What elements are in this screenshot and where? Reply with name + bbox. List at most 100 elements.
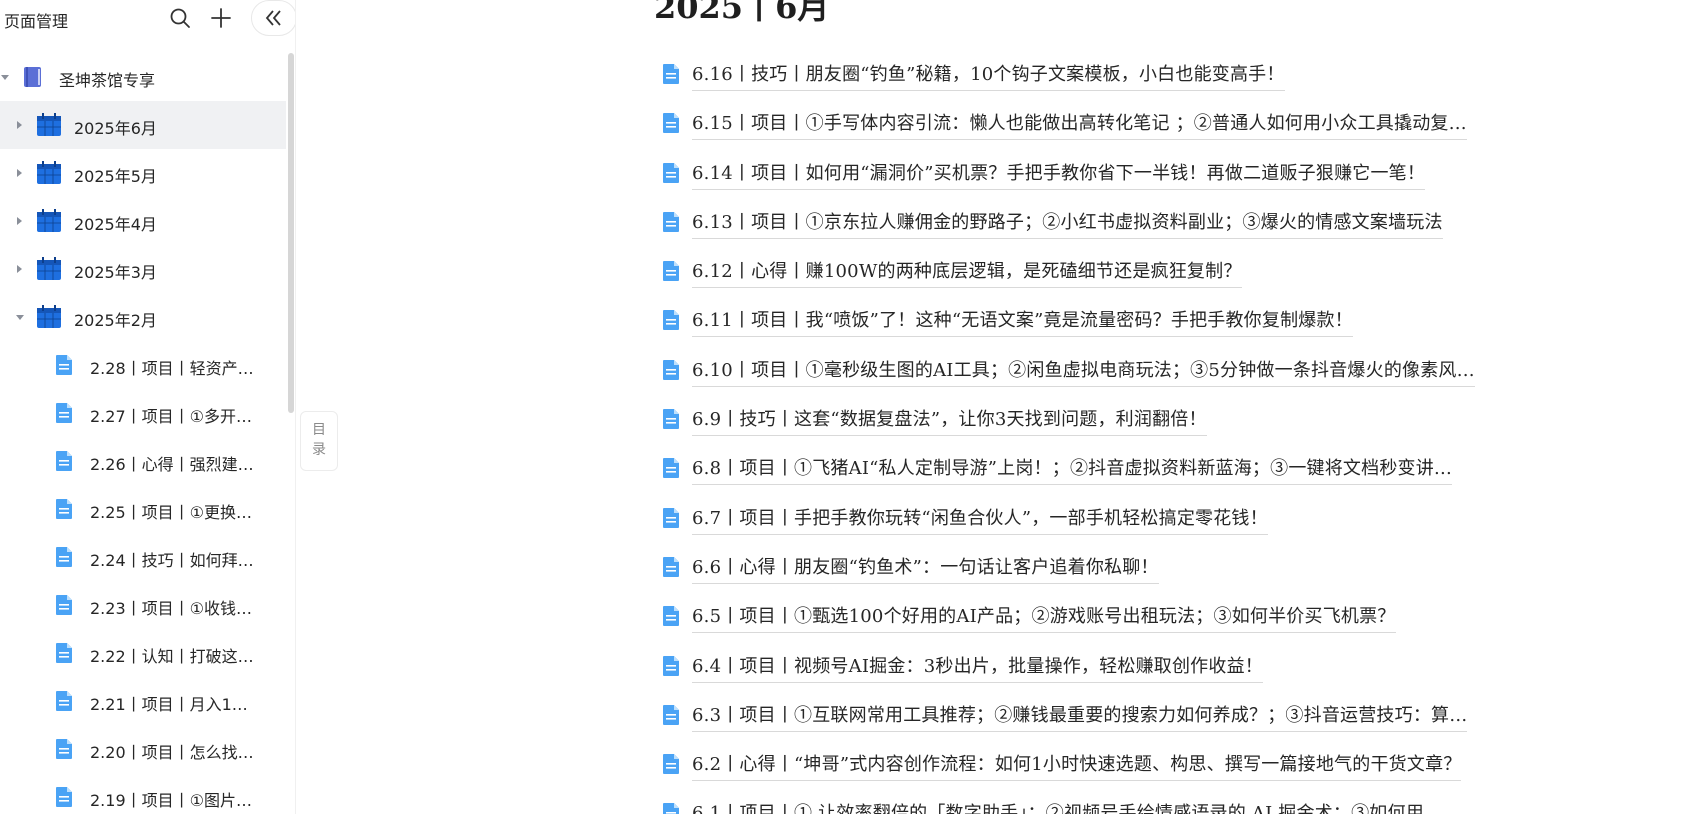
tree-month-label: 2025年6月	[74, 119, 157, 138]
document-icon	[56, 787, 72, 807]
doc-link[interactable]: 6.16丨技巧丨朋友圈“钓鱼”秘籍，10个钩子文案模板，小白也能变高手！	[692, 60, 1285, 91]
document-icon	[56, 451, 72, 471]
doc-link[interactable]: 6.11丨项目丨我“喷饭”了！这种“无语文案”竟是流量密码？手把手教你复制爆款！	[692, 306, 1353, 338]
collapse-sidebar-button[interactable]	[251, 0, 295, 36]
sidebar-scrollbar[interactable]	[288, 53, 294, 413]
doc-list-item[interactable]: 6.2丨心得丨“坤哥”式内容创作流程：如何1小时快速选题、构思、撰写一篇接地气的…	[662, 743, 1562, 792]
document-icon	[663, 754, 679, 775]
doc-link[interactable]: 6.12丨心得丨赚100W的两种底层逻辑，是死磕细节还是疯狂复制？	[692, 257, 1242, 289]
tree-doc-item[interactable]: 2.23丨项目丨①收钱…	[0, 581, 286, 629]
document-icon	[663, 162, 679, 183]
tree-root-item[interactable]: 圣坤茶馆专享	[0, 53, 286, 101]
tree-doc-item[interactable]: 2.27丨项目丨①多开…	[0, 389, 286, 437]
tree-doc-label: 2.20丨项目丨怎么找…	[90, 743, 254, 762]
tree-doc-item[interactable]: 2.25丨项目丨①更换…	[0, 485, 286, 533]
tree-doc-item[interactable]: 2.28丨项目丨轻资产…	[0, 341, 286, 389]
tree-month-item[interactable]: 2025年4月	[0, 197, 286, 245]
document-icon	[663, 409, 679, 430]
doc-link[interactable]: 6.9丨技巧丨这套“数据复盘法”，让你3天找到问题，利润翻倍！	[692, 405, 1207, 437]
doc-list-item[interactable]: 6.6丨心得丨朋友圈“钓鱼术”：一句话让客户追着你私聊！	[662, 546, 1562, 595]
caret-down-icon[interactable]	[16, 315, 24, 320]
tree-root-label: 圣坤茶馆专享	[59, 71, 156, 90]
tree-month-label: 2025年3月	[74, 263, 157, 282]
doc-link[interactable]: 6.4丨项目丨视频号AI掘金：3秒出片，批量操作，轻松赚取创作收益！	[692, 652, 1263, 683]
doc-link[interactable]: 6.3丨项目丨①互联网常用工具推荐；②赚钱最重要的搜索力如何养成？；③抖音运营技…	[692, 701, 1468, 732]
doc-list-item[interactable]: 6.9丨技巧丨这套“数据复盘法”，让你3天找到问题，利润翻倍！	[662, 398, 1562, 447]
doc-list-item[interactable]: 6.12丨心得丨赚100W的两种底层逻辑，是死磕细节还是疯狂复制？	[662, 250, 1562, 299]
tree-month-item[interactable]: 2025年5月	[0, 149, 286, 197]
doc-list-item[interactable]: 6.15丨项目丨①手写体内容引流：懒人也能做出高转化笔记 ；②普通人如何用小众工…	[662, 102, 1562, 151]
tree-doc-label: 2.21丨项目丨月入1…	[90, 695, 248, 714]
sidebar-title: 页面管理	[4, 12, 69, 31]
document-icon	[663, 655, 679, 676]
tree-doc-item[interactable]: 2.19丨项目丨①图片…	[0, 773, 286, 814]
app-window: 页面管理 圣坤茶馆专享 2025年6月 2025年5月 2025年4月 2025…	[0, 0, 1685, 814]
document-icon	[663, 310, 679, 331]
tree-doc-label: 2.22丨认知丨打破这…	[90, 647, 254, 666]
document-icon	[663, 261, 679, 282]
document-icon	[663, 113, 679, 134]
tree-doc-label: 2.24丨技巧丨如何拜…	[90, 551, 254, 570]
tree-doc-label: 2.28丨项目丨轻资产…	[90, 359, 254, 378]
plus-icon[interactable]	[208, 5, 234, 31]
tree-month-label: 2025年4月	[74, 215, 157, 234]
doc-list-item[interactable]: 6.11丨项目丨我“喷饭”了！这种“无语文案”竟是流量密码？手把手教你复制爆款！	[662, 299, 1562, 348]
document-icon	[663, 359, 679, 380]
doc-link[interactable]: 6.6丨心得丨朋友圈“钓鱼术”：一句话让客户追着你私聊！	[692, 553, 1159, 584]
doc-link[interactable]: 6.15丨项目丨①手写体内容引流：懒人也能做出高转化笔记 ；②普通人如何用小众工…	[692, 109, 1467, 141]
tree-doc-item[interactable]: 2.26丨心得丨强烈建…	[0, 437, 286, 485]
tree-doc-label: 2.27丨项目丨①多开…	[90, 407, 252, 426]
calendar-icon	[37, 305, 61, 328]
caret-right-icon[interactable]	[17, 265, 22, 273]
doc-link[interactable]: 6.14丨项目丨如何用“漏洞价”买机票？手把手教你省下一半钱！再做二道贩子狠赚它…	[692, 159, 1426, 190]
doc-list-item[interactable]: 6.8丨项目丨①飞猪AI“私人定制导游”上岗！；②抖音虚拟资料新蓝海；③一键将文…	[662, 447, 1562, 496]
page-management-sidebar: 页面管理 圣坤茶馆专享 2025年6月 2025年5月 2025年4月 2025…	[0, 0, 296, 814]
doc-link[interactable]: 6.13丨项目丨①京东拉人赚佣金的野路子；②小红书虚拟资料副业；③爆火的情感文案…	[692, 208, 1443, 239]
doc-link[interactable]: 6.1丨项目丨① 让效率翻倍的「数字助手」；②视频号手绘情感语录的 AI 掘金术…	[692, 799, 1448, 814]
tree-doc-item[interactable]: 2.21丨项目丨月入1…	[0, 677, 286, 725]
tree-month-item[interactable]: 2025年3月	[0, 245, 286, 293]
tree-month-item[interactable]: 2025年2月	[0, 293, 286, 341]
doc-list-item[interactable]: 6.16丨技巧丨朋友圈“钓鱼”秘籍，10个钩子文案模板，小白也能变高手！	[662, 53, 1562, 102]
tree-doc-label: 2.19丨项目丨①图片…	[90, 791, 252, 810]
doc-list-item[interactable]: 6.13丨项目丨①京东拉人赚佣金的野路子；②小红书虚拟资料副业；③爆火的情感文案…	[662, 201, 1562, 250]
document-icon	[56, 595, 72, 615]
doc-link[interactable]: 6.2丨心得丨“坤哥”式内容创作流程：如何1小时快速选题、构思、撰写一篇接地气的…	[692, 750, 1462, 782]
document-icon	[663, 507, 679, 528]
doc-list-item[interactable]: 6.14丨项目丨如何用“漏洞价”买机票？手把手教你省下一半钱！再做二道贩子狠赚它…	[662, 152, 1562, 201]
page-tree: 圣坤茶馆专享 2025年6月 2025年5月 2025年4月 2025年3月 2…	[0, 53, 286, 814]
tree-doc-item[interactable]: 2.20丨项目丨怎么找…	[0, 725, 286, 773]
main-content: 2025丨6月 6.16丨技巧丨朋友圈“钓鱼”秘籍，10个钩子文案模板，小白也能…	[296, 0, 1685, 814]
doc-link[interactable]: 6.7丨项目丨手把手教你玩转“闲鱼合伙人”，一部手机轻松搞定零花钱！	[692, 504, 1268, 535]
document-icon	[663, 606, 679, 627]
tree-doc-label: 2.26丨心得丨强烈建…	[90, 455, 254, 474]
document-icon	[663, 556, 679, 577]
caret-right-icon[interactable]	[17, 217, 22, 225]
tree-doc-label: 2.25丨项目丨①更换…	[90, 503, 252, 522]
caret-right-icon[interactable]	[17, 169, 22, 177]
calendar-icon	[37, 209, 61, 232]
caret-right-icon[interactable]	[17, 121, 22, 129]
doc-list-item[interactable]: 6.5丨项目丨①甄选100个好用的AI产品；②游戏账号出租玩法；③如何半价买飞机…	[662, 595, 1562, 644]
tree-doc-item[interactable]: 2.22丨认知丨打破这…	[0, 629, 286, 677]
tree-month-label: 2025年5月	[74, 167, 157, 186]
doc-link[interactable]: 6.10丨项目丨①毫秒级生图的AI工具；②闲鱼虚拟电商玩法；③5分钟做一条抖音爆…	[692, 356, 1475, 387]
tree-doc-item[interactable]: 2.24丨技巧丨如何拜…	[0, 533, 286, 581]
doc-list-item[interactable]: 6.3丨项目丨①互联网常用工具推荐；②赚钱最重要的搜索力如何养成？；③抖音运营技…	[662, 694, 1562, 743]
document-icon	[663, 803, 679, 814]
tree-month-item[interactable]: 2025年6月	[0, 101, 286, 149]
calendar-icon	[37, 161, 61, 184]
document-icon	[56, 355, 72, 375]
doc-list-item[interactable]: 6.7丨项目丨手把手教你玩转“闲鱼合伙人”，一部手机轻松搞定零花钱！	[662, 497, 1562, 546]
search-icon[interactable]	[167, 5, 193, 31]
double-chevron-left-icon	[265, 10, 281, 26]
doc-list-item[interactable]: 6.1丨项目丨① 让效率翻倍的「数字助手」；②视频号手绘情感语录的 AI 掘金术…	[662, 792, 1562, 814]
doc-list-item[interactable]: 6.4丨项目丨视频号AI掘金：3秒出片，批量操作，轻松赚取创作收益！	[662, 645, 1562, 694]
doc-link[interactable]: 6.5丨项目丨①甄选100个好用的AI产品；②游戏账号出租玩法；③如何半价买飞机…	[692, 602, 1396, 634]
document-icon	[56, 547, 72, 567]
document-icon	[56, 643, 72, 663]
caret-down-icon[interactable]	[1, 75, 9, 80]
document-icon	[663, 211, 679, 232]
doc-link[interactable]: 6.8丨项目丨①飞猪AI“私人定制导游”上岗！；②抖音虚拟资料新蓝海；③一键将文…	[692, 454, 1453, 486]
doc-list-item[interactable]: 6.10丨项目丨①毫秒级生图的AI工具；②闲鱼虚拟电商玩法；③5分钟做一条抖音爆…	[662, 349, 1562, 398]
